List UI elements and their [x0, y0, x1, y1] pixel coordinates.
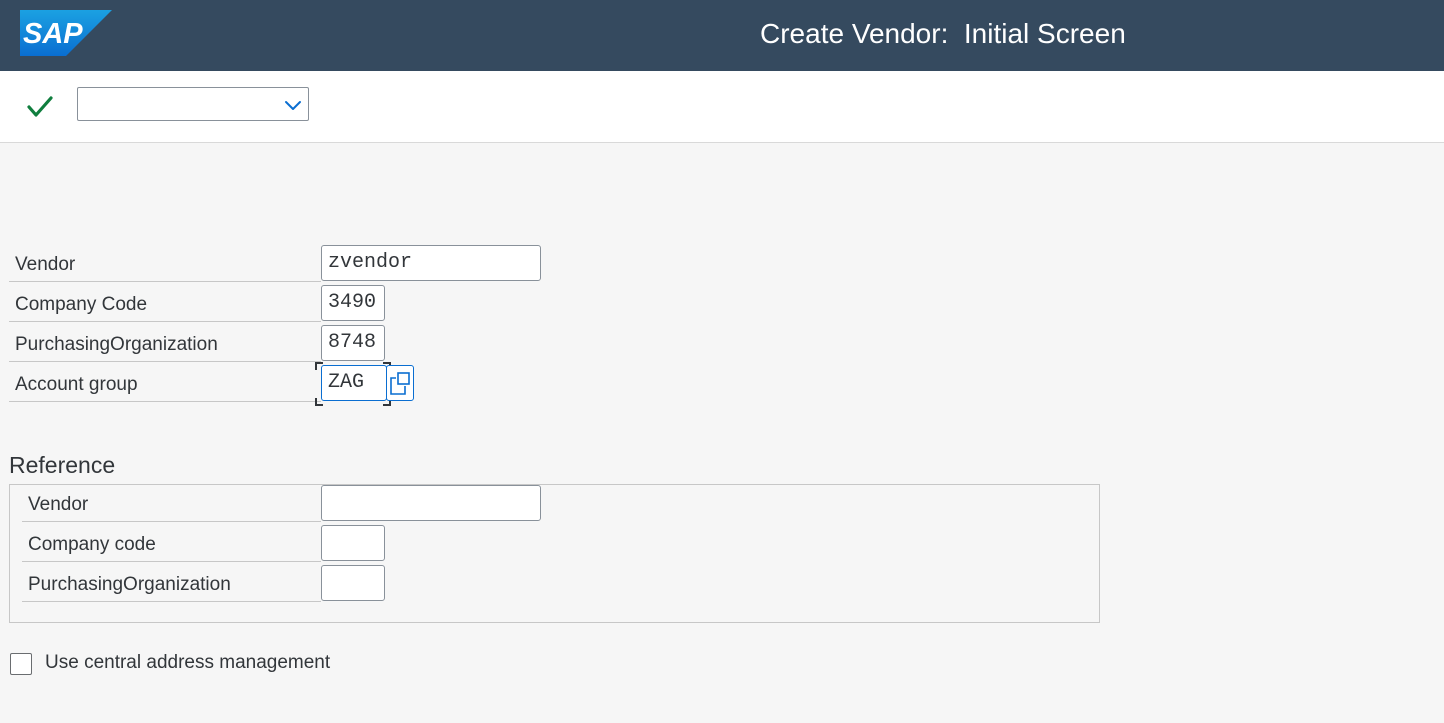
command-field[interactable] [77, 87, 309, 121]
central-address-label[interactable]: Use central address management [45, 652, 330, 674]
shell-header: SAP Create Vendor: Initial Screen [0, 0, 1444, 71]
vendor-label: Vendor [9, 246, 321, 282]
ref-purchasing-organization-label: PurchasingOrganization [22, 566, 321, 602]
ref-vendor-label: Vendor [22, 486, 321, 522]
account-group-label: Account group [9, 366, 321, 402]
company-code-label: Company Code [9, 286, 321, 322]
ref-vendor-input[interactable] [321, 485, 541, 521]
enter-check-icon[interactable] [26, 94, 54, 120]
ref-company-code-label: Company code [22, 526, 321, 562]
chevron-down-icon[interactable] [283, 96, 303, 114]
value-help-button[interactable] [386, 365, 414, 401]
central-address-checkbox[interactable] [10, 653, 32, 675]
command-field-input[interactable] [86, 89, 280, 121]
purchasing-organization-input[interactable]: 8748 [321, 325, 385, 361]
ref-purchasing-organization-input[interactable] [321, 565, 385, 601]
toolbar [0, 71, 1444, 143]
sap-logo-text: SAP [23, 18, 83, 50]
sap-logo[interactable]: SAP [20, 10, 112, 56]
ref-company-code-input[interactable] [321, 525, 385, 561]
account-group-input[interactable]: ZAG [321, 365, 387, 401]
vendor-input[interactable]: zvendor [321, 245, 541, 281]
page-title: Create Vendor: Initial Screen [760, 18, 1126, 49]
company-code-input[interactable]: 3490 [321, 285, 385, 321]
purchasing-organization-label: PurchasingOrganization [9, 326, 321, 362]
value-help-icon [390, 372, 410, 395]
reference-section-title: Reference [9, 452, 116, 478]
